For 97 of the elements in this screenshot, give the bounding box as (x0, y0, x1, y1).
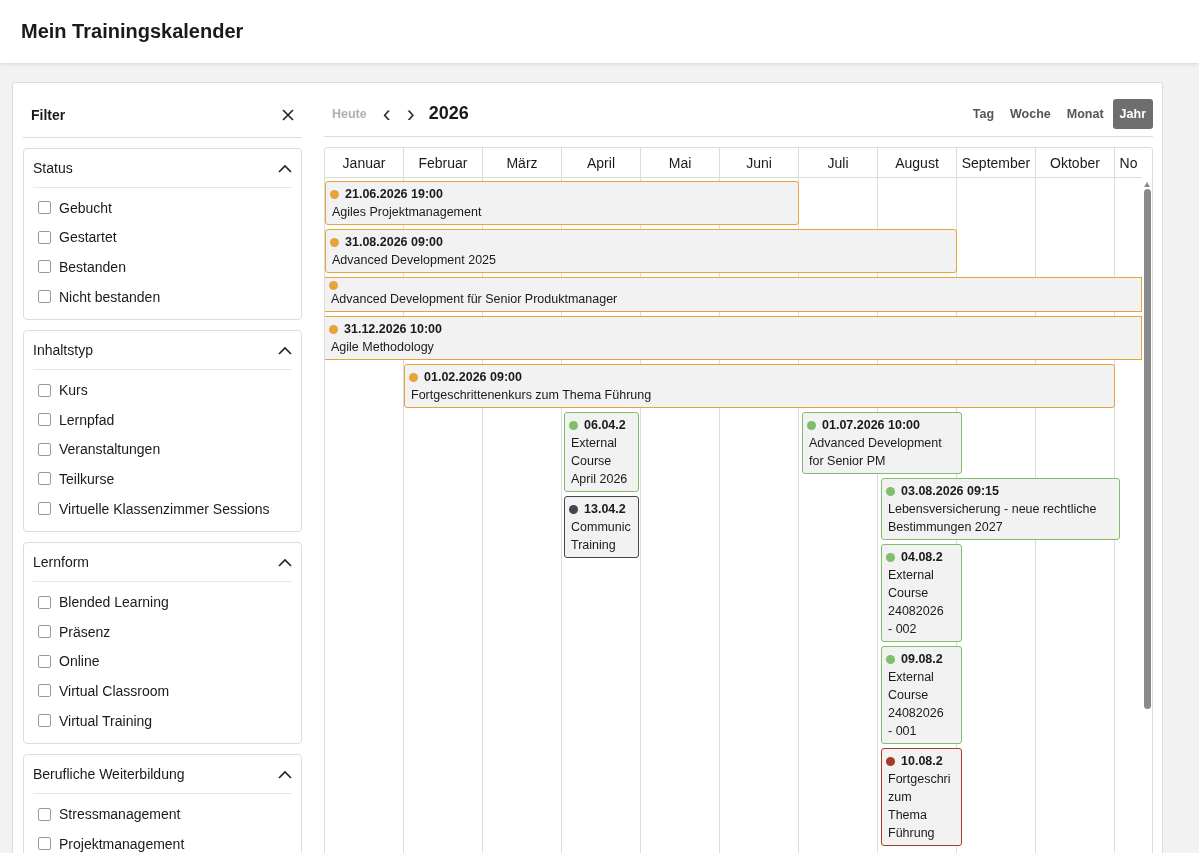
event-title: Advanced Development 2025 (332, 252, 497, 269)
checkbox-label: Präsenz (59, 623, 111, 640)
view-button[interactable]: Tag (965, 98, 1002, 129)
view-button[interactable]: Monat (1059, 98, 1111, 129)
previous-button[interactable]: ‹ (374, 101, 399, 126)
month-header: Februar (404, 148, 483, 177)
scroll-up-icon[interactable] (1144, 182, 1150, 187)
checkbox-label: Kurs (59, 382, 88, 399)
event-card[interactable]: 06.04.2 External Course April 2026 (564, 412, 639, 492)
month-header: September (957, 148, 1036, 177)
event-time: 04.08.2 (901, 549, 943, 566)
checkbox[interactable] (38, 837, 51, 851)
event-time: 21.06.2026 19:00 (345, 186, 443, 203)
event-title: Fortgeschrittenenkurs zum Thema Führung (411, 387, 653, 404)
period-title: 2026 (428, 103, 469, 124)
event-title: Lebensversicherung - neue rechtliche Bestimmungen 2027 (888, 501, 1098, 536)
event-card[interactable]: 01.07.2026 10:00 Advanced Development for Senior PM (802, 412, 962, 474)
checkbox-label: Virtual Classroom (59, 682, 170, 699)
checkbox-label: Virtual Training (59, 712, 153, 729)
section-title[interactable]: Inhaltstyp (33, 342, 93, 359)
chevron-icon[interactable] (278, 557, 292, 567)
checkbox[interactable] (38, 201, 51, 215)
event-card[interactable]: 10.08.2 Fortgeschri zum Thema Führung (881, 748, 962, 846)
checkbox[interactable] (38, 442, 51, 456)
event-title: External Course April 2026 (571, 435, 629, 488)
event-time: 06.04.2 (584, 417, 626, 434)
checkbox-label: Bestanden (59, 259, 126, 275)
checkbox-label: Projektmanagement (59, 835, 185, 852)
event-title: Advanced Development für Senior Produktmanager (331, 291, 619, 308)
checkbox[interactable] (38, 383, 51, 397)
checkbox-label: Gebucht (59, 199, 112, 216)
event-card[interactable]: Advanced Development für Senior Produktmanager (325, 277, 1142, 312)
month-header: August (878, 148, 957, 177)
section-title[interactable]: Berufliche Weiterbildung (33, 766, 185, 783)
checkbox[interactable] (38, 230, 51, 244)
month-header: No (1118, 153, 1139, 173)
view-button[interactable]: Jahr (1112, 98, 1153, 129)
checkbox[interactable] (38, 807, 51, 821)
view-button[interactable]: Woche (1003, 98, 1058, 129)
checkbox-label: Lernpfad (59, 411, 115, 428)
event-card[interactable]: 01.02.2026 09:00 Fortgeschrittenenkurs zum Thema Führung (404, 364, 1115, 408)
month-header: März (483, 148, 562, 177)
checkbox-label: Stressmanagement (59, 806, 181, 823)
section-title[interactable]: Status (33, 160, 73, 176)
event-card[interactable]: 21.06.2026 19:00 Agiles Projektmanagement (325, 181, 799, 225)
month-header: Oktober (1036, 148, 1115, 177)
event-title: Communic Training (571, 519, 632, 554)
checkbox[interactable] (38, 625, 51, 639)
chevron-icon[interactable] (278, 163, 292, 173)
event-card[interactable]: 09.08.2 External Course 24082026 - 001 (881, 646, 962, 744)
chevron-icon[interactable] (278, 769, 292, 779)
event-card[interactable]: 31.08.2026 09:00 Advanced Development 2025 (325, 229, 957, 273)
event-card[interactable]: 31.12.2026 10:00 Agile Methodology (325, 316, 1142, 360)
event-time: 01.02.2026 09:00 (424, 369, 522, 386)
month-header: April (562, 148, 641, 177)
checkbox-label: Blended Learning (59, 594, 169, 611)
event-time: 31.12.2026 10:00 (344, 321, 442, 338)
close-icon[interactable] (282, 109, 294, 121)
event-time: 31.08.2026 09:00 (345, 234, 443, 251)
checkbox[interactable] (38, 413, 51, 427)
checkbox[interactable] (38, 684, 51, 698)
checkbox-label: Veranstaltungen (59, 441, 161, 458)
event-time: 01.07.2026 10:00 (822, 417, 920, 434)
checkbox[interactable] (38, 714, 51, 727)
month-header: Januar (325, 148, 404, 177)
event-time: 03.08.2026 09:15 (901, 483, 999, 500)
event-time: 09.08.2 (901, 651, 943, 668)
checkbox[interactable] (38, 595, 51, 609)
checkbox[interactable] (38, 654, 51, 668)
event-title: Agiles Projektmanagement (332, 204, 483, 221)
event-title: External Course 24082026 - 001 (888, 669, 945, 740)
month-header: Mai (641, 148, 720, 177)
event-card[interactable]: 13.04.2 Communic Training (564, 496, 639, 558)
checkbox-label: Virtuelle Klassenzimmer Sessions (59, 500, 270, 517)
page-title: Mein Trainingskalender (21, 20, 244, 43)
checkbox-label: Nicht bestanden (59, 288, 161, 305)
event-card[interactable]: 04.08.2 External Course 24082026 - 002 (881, 544, 962, 642)
checkbox[interactable] (38, 290, 51, 304)
checkbox-label: Online (59, 653, 100, 670)
chevron-icon[interactable] (278, 345, 292, 355)
filter-title: Filter (31, 107, 66, 123)
month-header: Juni (720, 148, 799, 177)
event-card[interactable]: 03.08.2026 09:15 Lebensversicherung - neue rechtliche Bestimmungen 2027 (881, 478, 1120, 540)
checkbox[interactable] (38, 472, 51, 486)
event-title: Agile Methodology (331, 339, 435, 356)
event-title: Fortgeschri zum Thema Führung (888, 771, 952, 842)
next-button[interactable]: › (398, 101, 423, 126)
checkbox-label: Gestartet (59, 229, 117, 246)
event-time: 10.08.2 (901, 753, 943, 770)
checkbox-label: Teilkurse (59, 470, 115, 487)
event-time: 13.04.2 (584, 501, 626, 518)
checkbox[interactable] (38, 502, 51, 516)
section-title[interactable]: Lernform (33, 554, 90, 571)
event-title: Advanced Development for Senior PM (809, 435, 943, 470)
month-header: Juli (799, 148, 878, 177)
checkbox[interactable] (38, 260, 51, 274)
event-title: External Course 24082026 - 002 (888, 567, 945, 638)
